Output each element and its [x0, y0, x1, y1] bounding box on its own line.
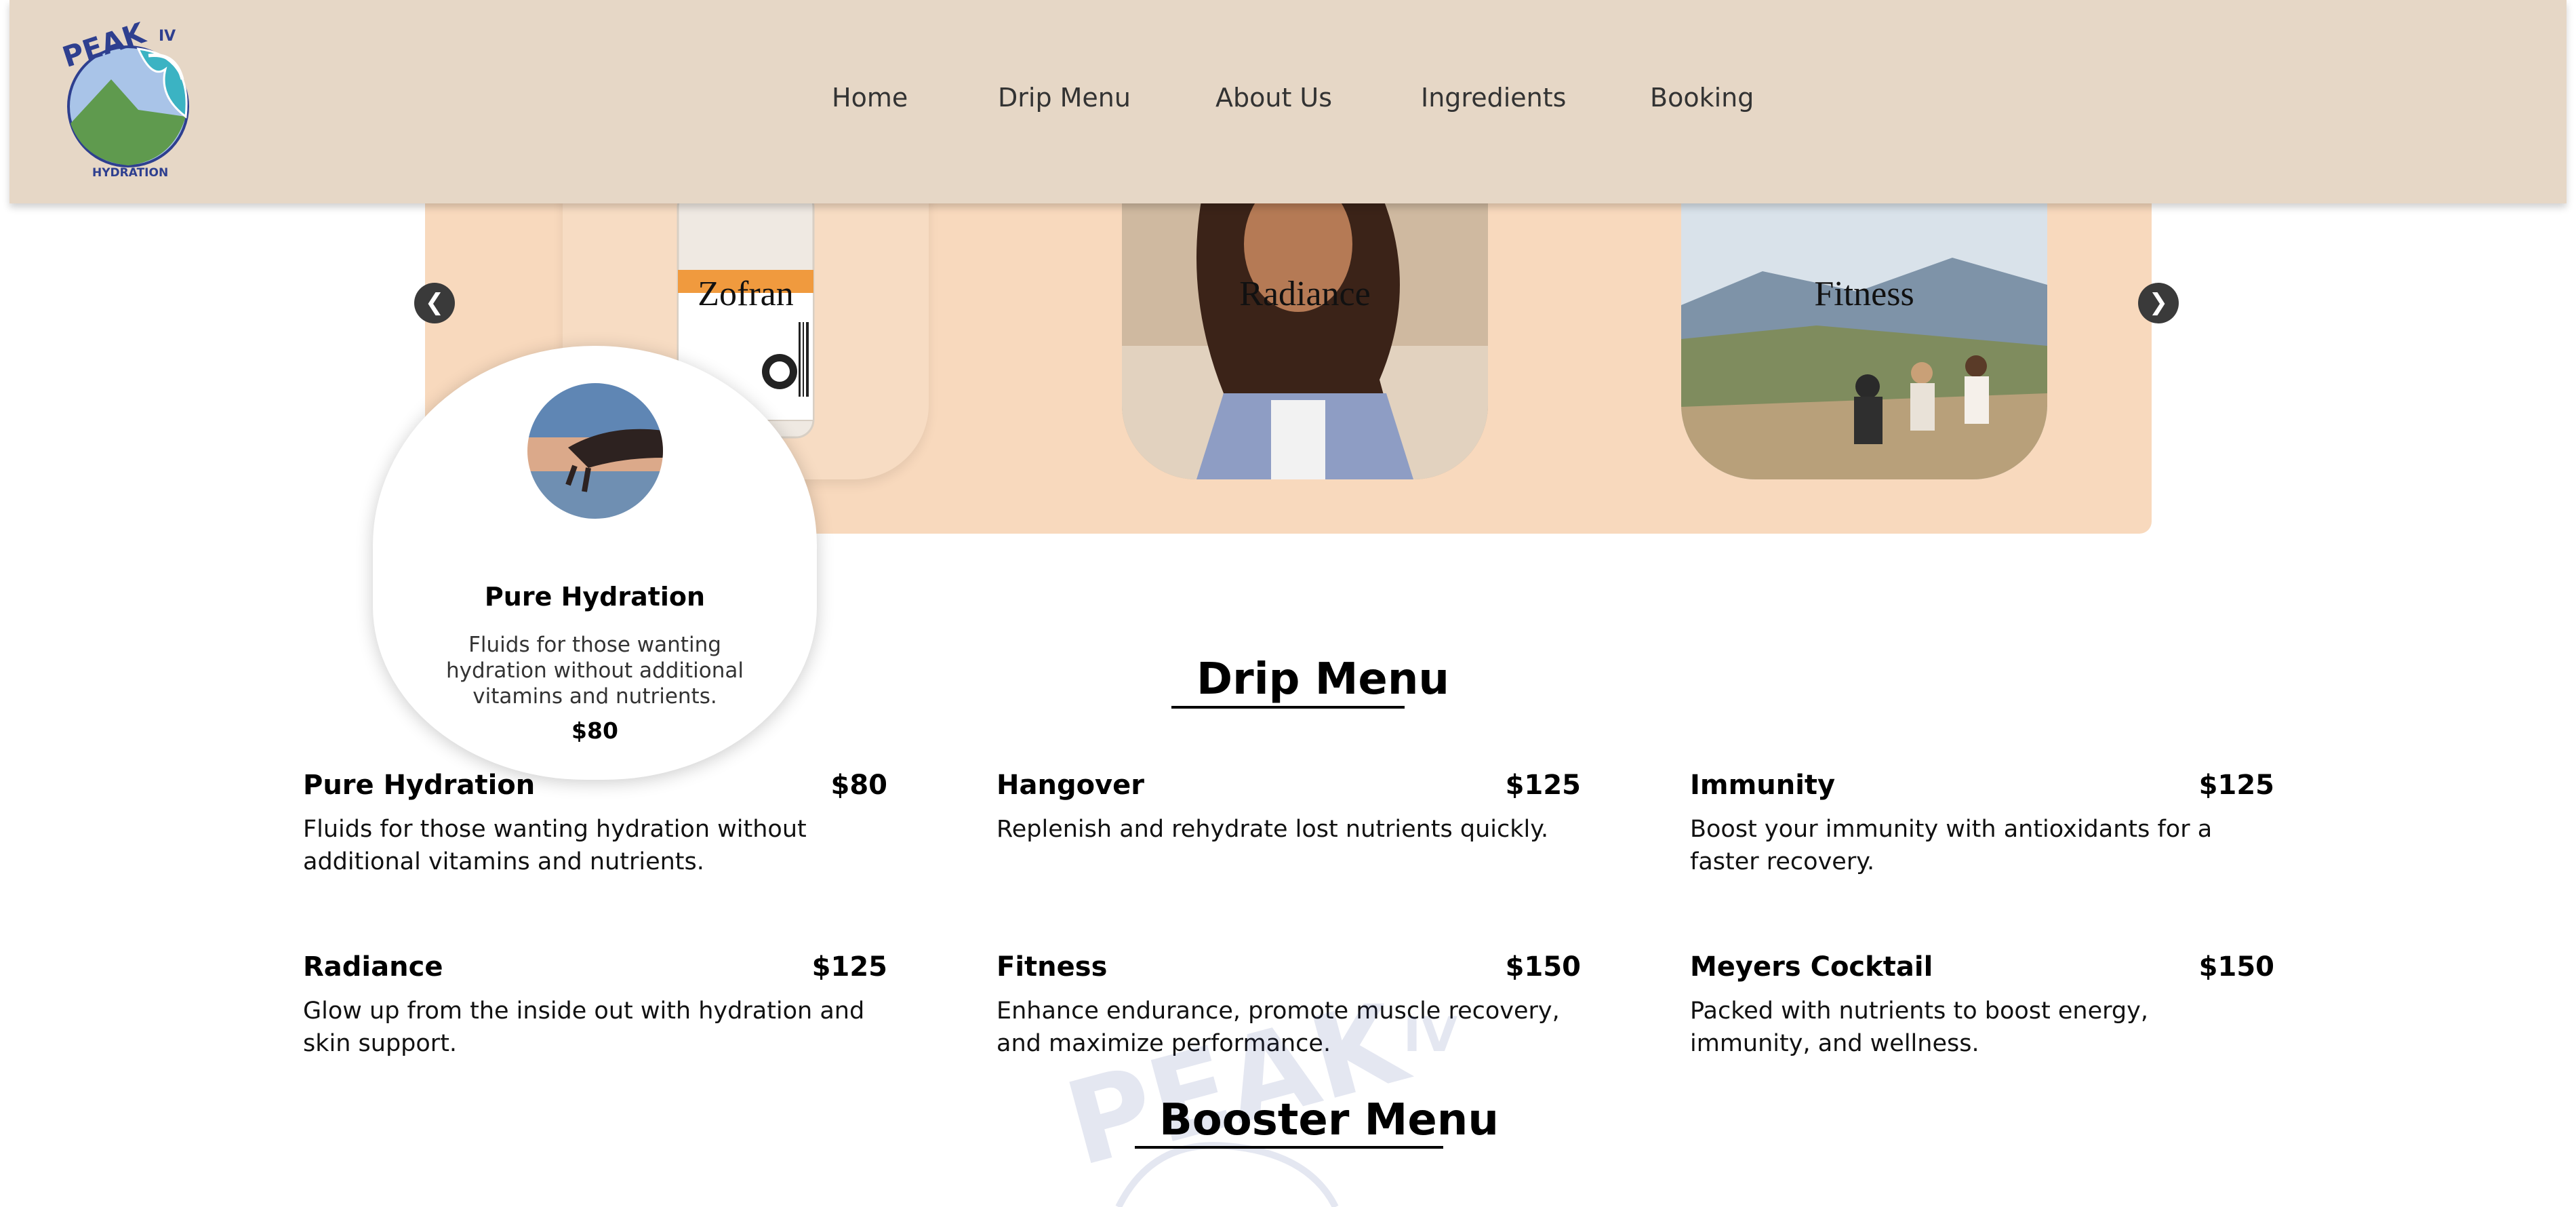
- popup-title: Pure Hydration: [484, 582, 706, 612]
- drip-menu-heading: Drip Menu: [1196, 654, 1449, 705]
- nav-home[interactable]: Home: [832, 83, 908, 113]
- menu-item-price: $125: [811, 951, 887, 983]
- booster-menu-heading: Booster Menu: [1159, 1095, 1499, 1145]
- radiance-woman-image: [1122, 190, 1488, 479]
- chevron-left-icon[interactable]: ❮: [414, 283, 455, 323]
- drip-detail-popup[interactable]: Pure Hydration Fluids for those wanting …: [373, 346, 817, 780]
- svg-text:IV: IV: [1403, 1007, 1457, 1063]
- popup-avatar: [527, 383, 663, 519]
- nav-ingredients[interactable]: Ingredients: [1421, 83, 1566, 113]
- fitness-hikers-image: [1681, 190, 2047, 479]
- menu-item-price: $80: [830, 770, 888, 801]
- site-header: PEAK IV HYDRATION Home Drip Menu About U…: [9, 0, 2567, 203]
- popup-price: $80: [571, 717, 618, 744]
- chevron-right-icon[interactable]: ❯: [2138, 283, 2179, 323]
- menu-item-name: Fitness: [997, 951, 1108, 983]
- carousel-card-fitness[interactable]: Fitness: [1681, 190, 2047, 479]
- menu-item-description: Boost your immunity with antioxidants fo…: [1690, 816, 2213, 875]
- menu-item-description: Replenish and rehydrate lost nutrients q…: [997, 816, 1549, 843]
- popup-description: Fluids for those wanting hydration witho…: [446, 633, 744, 709]
- menu-item-description: Packed with nutrients to boost energy, i…: [1690, 997, 2148, 1057]
- nav-drip-menu[interactable]: Drip Menu: [998, 83, 1131, 113]
- booster-menu-underline: [1135, 1146, 1443, 1149]
- menu-item-name: Radiance: [303, 951, 443, 983]
- menu-item-name: Meyers Cocktail: [1690, 951, 1933, 983]
- menu-item-price: $150: [2198, 951, 2274, 983]
- menu-item-description: Glow up from the inside out with hydrati…: [303, 997, 865, 1057]
- nav-booking[interactable]: Booking: [1650, 83, 1754, 113]
- menu-item-price: $125: [1505, 770, 1581, 801]
- nav-about-us[interactable]: About Us: [1215, 83, 1332, 113]
- drip-menu-underline: [1171, 706, 1405, 709]
- menu-item-price: $125: [2198, 770, 2274, 801]
- menu-item-name: Immunity: [1690, 770, 1836, 801]
- menu-item-name: Hangover: [997, 770, 1144, 801]
- menu-item-name: Pure Hydration: [303, 770, 536, 801]
- carousel-card-radiance[interactable]: Radiance: [1122, 190, 1488, 479]
- carousel-card-title: Zofran: [698, 275, 794, 313]
- menu-item-description: Fluids for those wanting hydration witho…: [303, 816, 807, 875]
- carousel-card-title: Radiance: [1239, 275, 1371, 313]
- carousel-card-title: Fitness: [1814, 275, 1914, 313]
- menu-item-price: $150: [1505, 951, 1581, 983]
- main-nav: Home Drip Menu About Us Ingredients Book…: [9, 0, 2567, 203]
